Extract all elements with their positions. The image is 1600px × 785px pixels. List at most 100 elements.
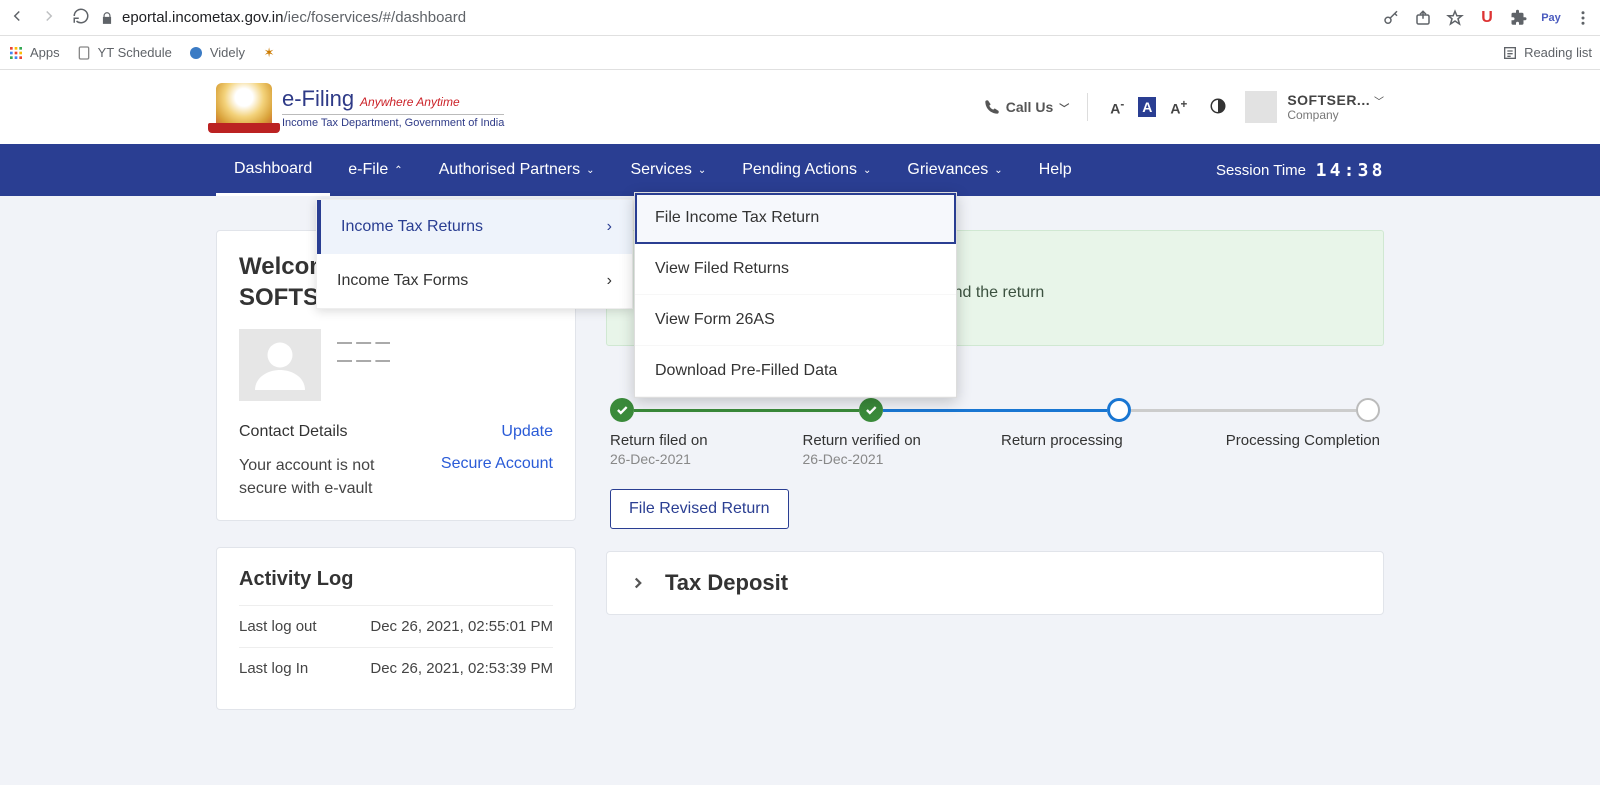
secure-status-text: Your account is not secure with e-vault (239, 455, 399, 500)
nav-authorised-partners[interactable]: Authorised Partners ⌄ (421, 144, 613, 196)
bookmark-label: YT Schedule (98, 45, 172, 60)
url-path: /iec/foservices/#/dashboard (283, 9, 466, 26)
step-line (1131, 409, 1356, 412)
chevron-right-icon: › (607, 218, 612, 236)
bookmark-yt[interactable]: YT Schedule (76, 45, 172, 61)
tax-deposit-accordion[interactable]: Tax Deposit (606, 551, 1384, 615)
ext-razorpay-icon[interactable]: Pay (1542, 9, 1560, 27)
submenu-label: Download Pre-Filled Data (655, 362, 837, 379)
profile-info: — — — — — — (337, 329, 390, 401)
session-digit: 3 (1356, 160, 1370, 181)
nav-label: Authorised Partners (439, 161, 580, 179)
key-icon[interactable] (1382, 9, 1400, 27)
list-icon (1502, 45, 1518, 61)
update-contact-link[interactable]: Update (501, 423, 553, 441)
bookmark-misc[interactable]: ✶ (261, 45, 277, 61)
nav-services[interactable]: Services ⌄ (612, 144, 724, 196)
apps-button[interactable]: Apps (8, 45, 60, 61)
submenu-view-26as[interactable]: View Form 26AS (635, 295, 956, 346)
star-icon[interactable] (1446, 9, 1464, 27)
font-increase-button[interactable]: A+ (1166, 96, 1191, 119)
nav-pending-actions[interactable]: Pending Actions ⌄ (724, 144, 889, 196)
step-title: Return processing (1001, 432, 1188, 449)
user-menu[interactable]: SOFTSER... ﹀ Company (1245, 91, 1384, 123)
back-icon[interactable] (8, 7, 26, 28)
nav-label: Grievances (907, 161, 988, 179)
step-title: Processing Completion (1188, 432, 1381, 449)
brand-tagline: Anywhere Anytime (360, 95, 460, 109)
font-decrease-button[interactable]: A- (1106, 96, 1128, 119)
chevron-down-icon: ⌄ (586, 165, 594, 176)
lock-icon (100, 11, 114, 25)
nav-grievances[interactable]: Grievances⌄ (889, 144, 1020, 196)
brand-name: e-Filing (282, 86, 354, 111)
reading-list-label: Reading list (1524, 45, 1592, 60)
extensions-icon[interactable] (1510, 9, 1528, 27)
step-completion-node (1356, 398, 1380, 422)
activity-row: Last log out Dec 26, 2021, 02:55:01 PM (239, 605, 553, 647)
submenu-view-filed-returns[interactable]: View Filed Returns (635, 244, 956, 295)
call-us-dropdown[interactable]: Call Us ﹀ (984, 99, 1069, 115)
doc-icon (76, 45, 92, 61)
brand-dept: Income Tax Department, Government of Ind… (282, 114, 504, 129)
site-header: e-Filing Anywhere Anytime Income Tax Dep… (0, 70, 1600, 144)
nav-e-file[interactable]: e-File ⌃ (330, 144, 420, 196)
bookmark-videly[interactable]: Videly (188, 45, 245, 61)
avatar-placeholder (239, 329, 321, 401)
submenu-label: Income Tax Returns (341, 218, 483, 236)
chevron-right-icon (629, 574, 647, 592)
chevron-up-icon: ⌃ (394, 165, 402, 176)
nav-label: Pending Actions (742, 161, 857, 179)
chevron-down-icon: ⌄ (863, 165, 871, 176)
user-type: Company (1287, 108, 1384, 122)
phone-icon (984, 99, 1000, 115)
submenu-income-tax-forms[interactable]: Income Tax Forms › (317, 254, 632, 308)
step-filed-node (610, 398, 634, 422)
submenu-file-itr[interactable]: File Income Tax Return (635, 193, 956, 244)
step-label: Return verified on 26-Dec-2021 (803, 432, 996, 467)
session-timer: Session Time 14:38 (1216, 160, 1384, 181)
address-bar[interactable]: eportal.incometax.gov.in/iec/foservices/… (100, 9, 1372, 26)
accordion-title: Tax Deposit (665, 570, 788, 596)
step-title: Return filed on (610, 432, 803, 449)
submenu-income-tax-returns[interactable]: Income Tax Returns › (317, 200, 632, 254)
nav-help[interactable]: Help (1021, 144, 1090, 196)
chevron-down-icon: ﹀ (1059, 100, 1069, 115)
apps-label: Apps (30, 45, 60, 60)
submenu-download-prefilled[interactable]: Download Pre-Filled Data (635, 346, 956, 397)
forward-icon[interactable] (40, 7, 58, 28)
step-verified-node (859, 398, 883, 422)
submenu-label: View Filed Returns (655, 260, 789, 277)
activity-row: Last log In Dec 26, 2021, 02:53:39 PM (239, 647, 553, 689)
nav-label: Services (630, 161, 691, 179)
fav-icon: ✶ (261, 45, 277, 61)
bookmark-label: Videly (210, 45, 245, 60)
nav-dashboard[interactable]: Dashboard (216, 144, 330, 196)
activity-label: Last log In (239, 660, 308, 677)
font-default-button[interactable]: A (1138, 97, 1156, 117)
bookmarks-bar: Apps YT Schedule Videly ✶ Reading list (0, 36, 1600, 70)
chevron-down-icon: ﹀ (1374, 97, 1384, 108)
share-icon[interactable] (1414, 9, 1432, 27)
e-file-submenu: Income Tax Returns › Income Tax Forms › (316, 199, 633, 309)
chevron-down-icon: ⌄ (698, 165, 706, 176)
step-label: Processing Completion (1188, 432, 1381, 467)
submenu-label: View Form 26AS (655, 311, 775, 328)
menu-icon[interactable] (1574, 9, 1592, 27)
reload-icon[interactable] (72, 7, 90, 28)
main-nav: Dashboard e-File ⌃ Authorised Partners ⌄ S… (0, 144, 1600, 196)
ublock-icon[interactable]: U (1478, 9, 1496, 27)
contrast-toggle[interactable] (1209, 97, 1227, 118)
step-processing-node (1107, 398, 1131, 422)
file-revised-return-button[interactable]: File Revised Return (610, 489, 789, 529)
activity-title: Activity Log (239, 568, 553, 591)
call-us-label: Call Us (1006, 99, 1053, 115)
secure-account-link[interactable]: Secure Account (441, 455, 553, 500)
reading-list-button[interactable]: Reading list (1502, 45, 1592, 61)
session-digit: 8 (1370, 160, 1384, 181)
nav-label: e-File (348, 161, 388, 179)
nav-label: Help (1039, 161, 1072, 179)
url-host: eportal.incometax.gov.in (122, 9, 283, 26)
step-label: Return filed on 26-Dec-2021 (610, 432, 803, 467)
logo[interactable]: e-Filing Anywhere Anytime Income Tax Dep… (216, 83, 504, 131)
